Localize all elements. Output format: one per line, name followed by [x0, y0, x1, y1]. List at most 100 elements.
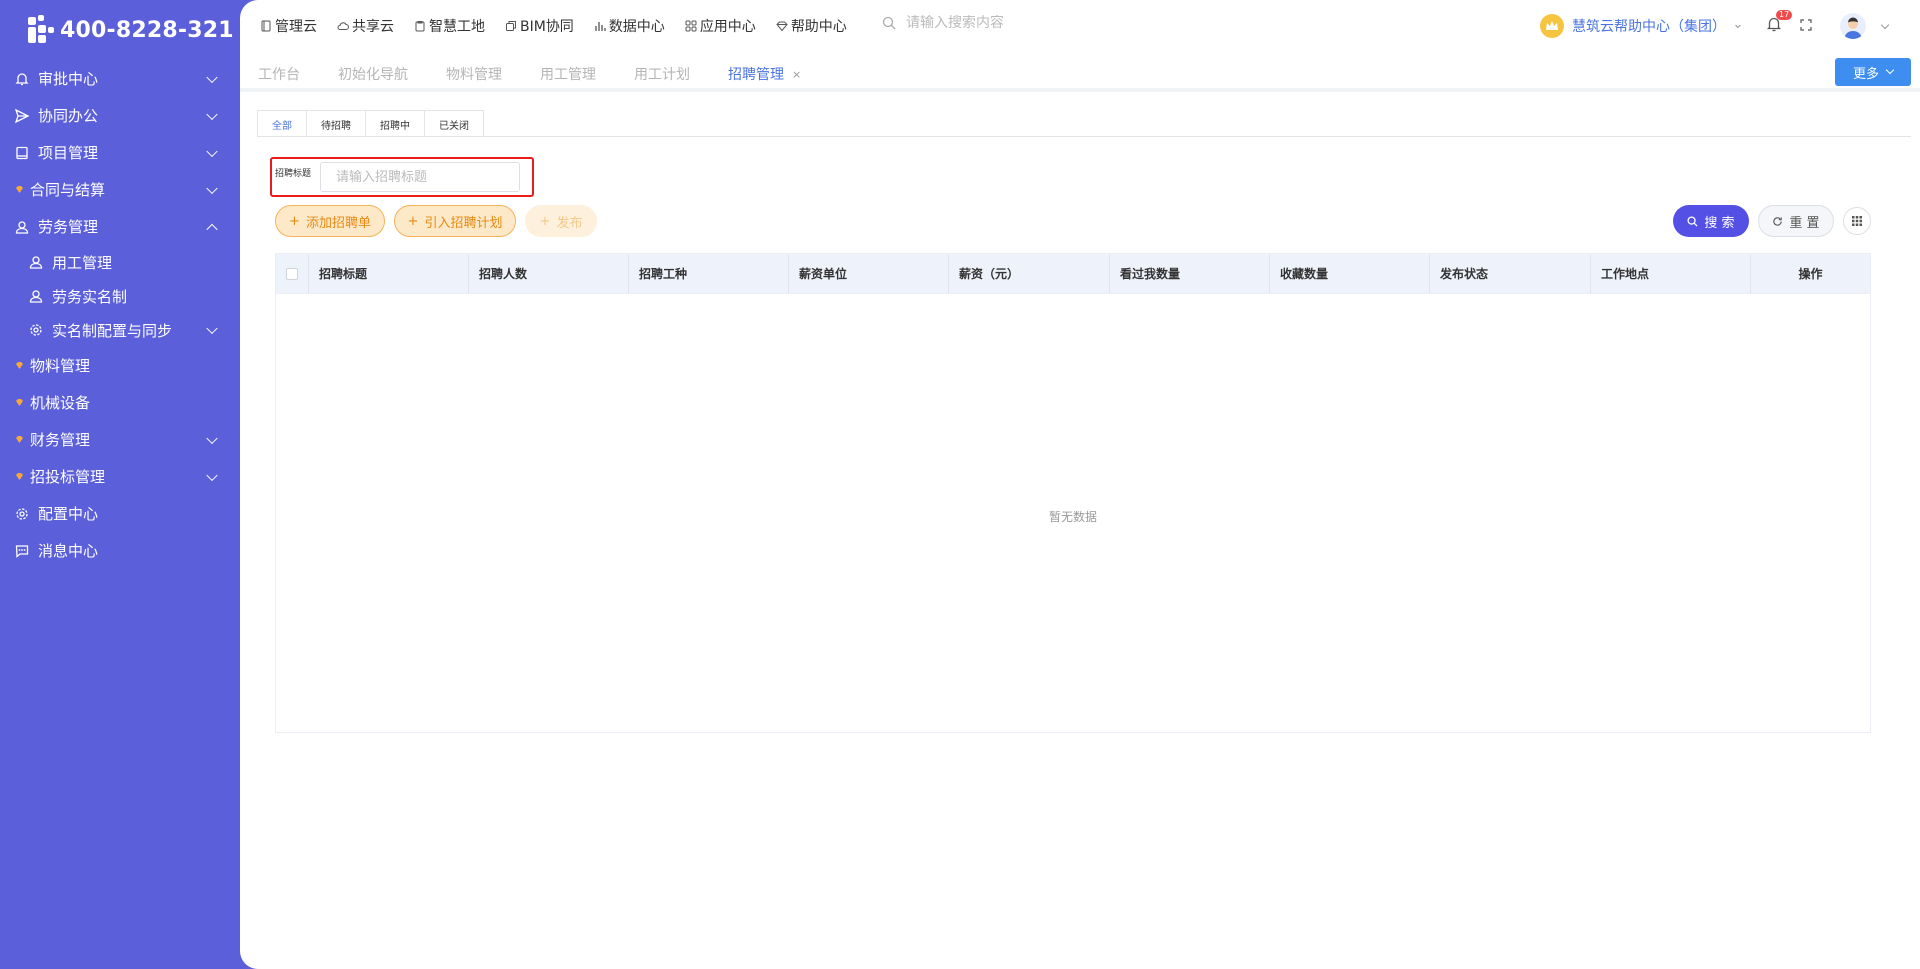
gem-icon	[14, 358, 24, 374]
tab-employment-plan[interactable]: 用工计划	[634, 64, 690, 84]
status-tab-recruiting[interactable]: 招聘中	[365, 110, 425, 137]
column-work-location[interactable]: 工作地点	[1591, 254, 1751, 293]
tab-workbench[interactable]: 工作台	[258, 64, 300, 84]
topnav-label: BIM协同	[520, 19, 574, 35]
column-salary[interactable]: 薪资（元）	[949, 254, 1110, 293]
sidebar-subitem-real-name[interactable]: 劳务实名制	[0, 279, 240, 313]
sidebar-item-label: 实名制配置与同步	[52, 321, 173, 340]
sidebar-subitem-real-name-config[interactable]: 实名制配置与同步	[0, 313, 240, 347]
sidebar-item-label: 机械设备	[30, 394, 91, 412]
sidebar-item-bidding[interactable]: 招投标管理	[0, 458, 240, 495]
tab-materials[interactable]: 物料管理	[446, 64, 502, 84]
tab-init-guide[interactable]: 初始化导航	[338, 64, 408, 84]
status-tab-closed[interactable]: 已关闭	[424, 110, 484, 137]
top-nav: 管理云 共享云 智慧工地 BIM协同 数据中心 应用中心 帮助中心	[260, 16, 847, 36]
bell-icon	[14, 71, 30, 87]
sidebar-item-label: 配置中心	[38, 505, 99, 523]
more-button[interactable]: 更多	[1835, 58, 1911, 86]
button-label: 添加招聘单	[305, 215, 371, 231]
bar-chart-icon	[595, 22, 606, 31]
sidebar-item-label: 合同与结算	[30, 181, 106, 199]
status-tab-all[interactable]: 全部	[257, 110, 307, 137]
sidebar-item-equipment[interactable]: 机械设备	[0, 384, 240, 421]
logo-icon	[26, 15, 56, 45]
button-label: 重 置	[1789, 215, 1820, 231]
chevron-down-icon	[206, 469, 218, 481]
sidebar-item-messages[interactable]: 消息中心	[0, 532, 240, 569]
recruitment-table: 招聘标题 招聘人数 招聘工种 薪资单位 薪资（元） 看过我数量 收藏数量 发布状…	[275, 253, 1871, 733]
topnav-help-center[interactable]: 帮助中心	[776, 16, 847, 36]
recruitment-title-input[interactable]	[320, 162, 520, 192]
sidebar-item-label: 审批中心	[38, 70, 99, 88]
tab-employment[interactable]: 用工管理	[540, 64, 596, 84]
topnav-data-center[interactable]: 数据中心	[594, 16, 665, 36]
column-settings-button[interactable]	[1843, 207, 1871, 235]
sidebar-subitem-employment[interactable]: 用工管理	[0, 245, 240, 279]
user-icon	[28, 254, 44, 270]
chevron-down-icon[interactable]	[1880, 20, 1890, 30]
search-input[interactable]	[906, 15, 1126, 31]
chevron-down-icon	[206, 432, 218, 444]
user-icon	[14, 219, 30, 235]
empty-state: 暂无数据	[1048, 510, 1097, 524]
cloud-icon	[337, 22, 349, 30]
crown-icon	[1540, 14, 1564, 38]
tab-label: 物料管理	[446, 67, 502, 83]
help-center-link[interactable]: 慧筑云帮助中心（集团）	[1540, 14, 1742, 38]
gear-icon	[28, 322, 44, 338]
sidebar-item-contracts[interactable]: 合同与结算	[0, 171, 240, 208]
search-button[interactable]: 搜 索	[1673, 205, 1749, 237]
column-viewed-count[interactable]: 看过我数量	[1110, 254, 1270, 293]
sidebar-item-label: 用工管理	[52, 253, 113, 272]
gear-icon	[14, 506, 30, 522]
status-tab-pending[interactable]: 待招聘	[306, 110, 366, 137]
column-title[interactable]: 招聘标题	[309, 254, 469, 293]
notification-button[interactable]: 17	[1766, 10, 1793, 34]
topnav-smart-site[interactable]: 智慧工地	[414, 16, 485, 36]
topnav-app-center[interactable]: 应用中心	[685, 16, 756, 36]
tab-recruitment[interactable]: 招聘管理 ×	[728, 64, 801, 84]
gem-icon	[14, 432, 24, 448]
diamond-icon	[776, 21, 788, 32]
more-label: 更多	[1852, 66, 1879, 82]
sidebar-item-collaboration[interactable]: 协同办公	[0, 97, 240, 134]
sidebar-menu: 审批中心 协同办公 项目管理 合同与结算 劳务管理 用工管理 劳务实名制 实名制…	[0, 60, 240, 569]
help-center-label: 慧筑云帮助中心（集团）	[1572, 19, 1726, 35]
column-headcount[interactable]: 招聘人数	[469, 254, 629, 293]
sidebar-item-labor[interactable]: 劳务管理	[0, 208, 240, 245]
fullscreen-icon[interactable]	[1800, 19, 1812, 31]
import-plan-button[interactable]: + 引入招聘计划	[394, 205, 516, 237]
logo[interactable]: 400-8228-321	[26, 14, 234, 46]
sidebar-item-projects[interactable]: 项目管理	[0, 134, 240, 171]
select-all-checkbox[interactable]	[286, 267, 298, 280]
publish-button[interactable]: + 发布	[525, 205, 597, 237]
close-icon[interactable]: ×	[792, 68, 801, 81]
topnav-bim[interactable]: BIM协同	[505, 16, 574, 36]
column-publish-status[interactable]: 发布状态	[1430, 254, 1591, 293]
sidebar-item-label: 劳务实名制	[52, 287, 128, 306]
topnav-label: 应用中心	[699, 19, 756, 35]
chevron-down-icon	[1885, 65, 1895, 75]
avatar[interactable]	[1840, 13, 1866, 39]
plus-icon: +	[407, 213, 419, 229]
topnav-shared-cloud[interactable]: 共享云	[337, 16, 394, 36]
chevron-down-icon	[206, 145, 218, 157]
tab-label: 用工计划	[634, 67, 690, 83]
page-tabs-bar: 工作台 初始化导航 物料管理 用工管理 用工计划 招聘管理 × 更多	[240, 52, 1920, 92]
send-icon	[14, 108, 30, 124]
reset-button[interactable]: 重 置	[1758, 205, 1834, 237]
sidebar-item-materials[interactable]: 物料管理	[0, 347, 240, 384]
sidebar-item-approval[interactable]: 审批中心	[0, 60, 240, 97]
add-recruitment-button[interactable]: + 添加招聘单	[275, 205, 385, 237]
phone-number: 400-8228-321	[60, 17, 234, 43]
top-bar: 管理云 共享云 智慧工地 BIM协同 数据中心 应用中心 帮助中心 请输入搜索内…	[240, 0, 1920, 52]
sidebar-item-finance[interactable]: 财务管理	[0, 421, 240, 458]
column-favorite-count[interactable]: 收藏数量	[1270, 254, 1430, 293]
topnav-management-cloud[interactable]: 管理云	[260, 16, 317, 36]
column-actions: 操作	[1798, 267, 1823, 281]
sidebar-item-config[interactable]: 配置中心	[0, 495, 240, 532]
button-label: 引入招聘计划	[424, 215, 503, 231]
topnav-label: 帮助中心	[790, 19, 847, 35]
column-salary-unit[interactable]: 薪资单位	[789, 254, 949, 293]
column-job-type[interactable]: 招聘工种	[629, 254, 789, 293]
